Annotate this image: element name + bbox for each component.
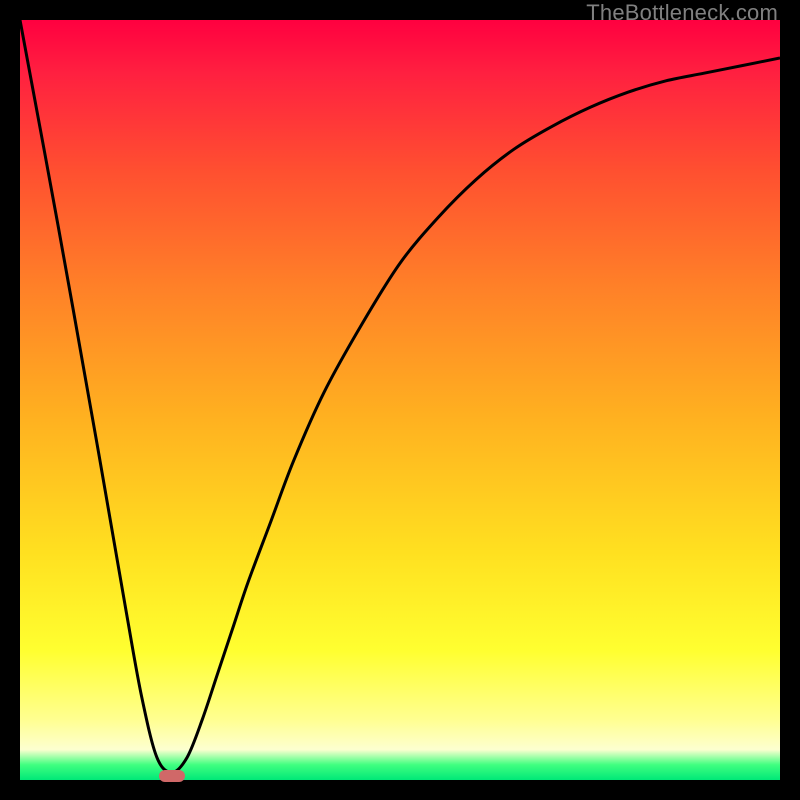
plot-area: [20, 20, 780, 780]
optimum-marker: [159, 770, 185, 782]
watermark-text: TheBottleneck.com: [586, 0, 778, 26]
chart-frame: TheBottleneck.com: [0, 0, 800, 800]
